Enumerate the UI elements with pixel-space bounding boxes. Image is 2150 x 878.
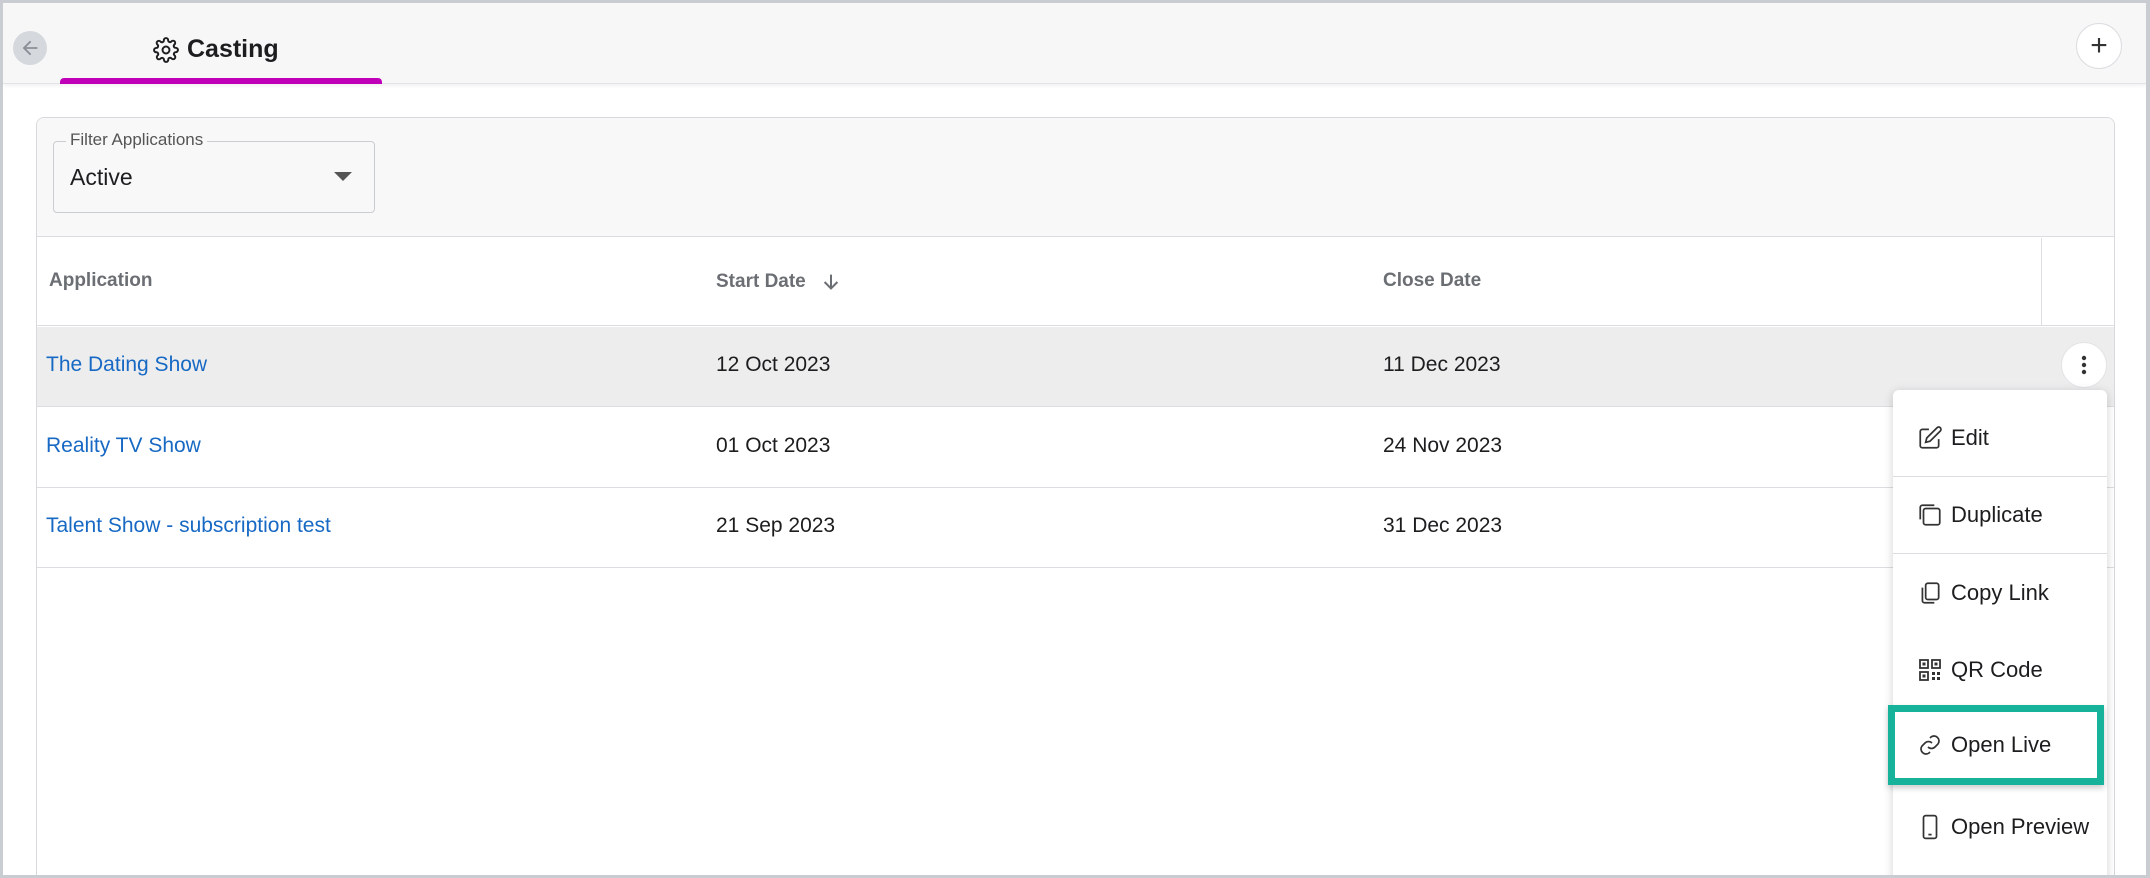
row-actions-button[interactable]: [2061, 342, 2107, 388]
table-header: Application Start Date Close Date: [37, 238, 2114, 326]
menu-item-copy-link[interactable]: Copy Link: [1893, 554, 2107, 631]
menu-item-open-preview[interactable]: Open Preview: [1893, 788, 2107, 865]
gear-icon: [153, 36, 179, 63]
menu-item-qr-code[interactable]: QR Code: [1893, 631, 2107, 708]
link-icon: [1917, 732, 1943, 758]
arrow-down-icon: [823, 274, 838, 290]
filter-value: Active: [70, 164, 133, 190]
application-link[interactable]: The Dating Show: [46, 353, 207, 377]
table-row[interactable]: The Dating Show 12 Oct 2023 11 Dec 2023: [37, 327, 2114, 407]
close-date: 24 Nov 2023: [1383, 434, 1503, 457]
menu-item-label: Edit: [1951, 425, 1989, 450]
qr-code-icon: [1917, 657, 1943, 683]
plus-icon: +: [2090, 29, 2108, 62]
row-actions-menu: Edit Duplicate Copy Link QR Code Open Li…: [1888, 390, 2107, 875]
table-row[interactable]: Reality TV Show 01 Oct 2023 24 Nov 2023: [37, 408, 2114, 488]
edit-icon: [1917, 425, 1943, 451]
add-button[interactable]: +: [2076, 23, 2122, 69]
column-divider: [2041, 238, 2042, 326]
filter-area: Filter Applications Active: [37, 118, 2114, 237]
menu-item-duplicate[interactable]: Duplicate: [1893, 477, 2107, 554]
start-date: 21 Sep 2023: [716, 514, 836, 537]
application-link[interactable]: Talent Show - subscription test: [46, 514, 331, 538]
menu-item-edit[interactable]: Edit: [1893, 400, 2107, 477]
column-header-close-date[interactable]: Close Date: [1383, 270, 1481, 292]
table-row[interactable]: Talent Show - subscription test 21 Sep 2…: [37, 488, 2114, 568]
tab-title: Casting: [187, 35, 279, 63]
close-date: 31 Dec 2023: [1383, 514, 1503, 537]
back-button[interactable]: [13, 31, 47, 65]
menu-item-label: Open Preview: [1951, 813, 2090, 839]
caret-down-icon: [334, 172, 352, 181]
more-vertical-icon: [2081, 355, 2087, 375]
filter-label: Filter Applications: [66, 130, 208, 150]
column-header-application[interactable]: Application: [49, 270, 152, 292]
start-date: 12 Oct 2023: [716, 353, 831, 376]
start-date: 01 Oct 2023: [716, 434, 831, 457]
arrow-left-icon: [22, 40, 38, 56]
menu-item-label: Open Live: [1951, 732, 2052, 757]
duplicate-icon: [1917, 502, 1943, 528]
phone-icon: [1917, 814, 1943, 840]
applications-panel: Filter Applications Active Application S…: [36, 117, 2115, 875]
top-bar: Casting +: [3, 3, 2146, 84]
menu-item-open-live[interactable]: Open Live: [1888, 705, 2104, 785]
filter-applications-select[interactable]: Filter Applications Active: [53, 130, 375, 213]
active-tab-indicator: [60, 78, 382, 84]
menu-item-label: Duplicate: [1951, 502, 2043, 527]
application-link[interactable]: Reality TV Show: [46, 434, 201, 458]
tab-casting[interactable]: Casting: [60, 3, 382, 84]
app-frame: Casting + Filter Applications Active App…: [3, 3, 2146, 875]
column-header-start-date[interactable]: Start Date: [716, 270, 842, 294]
menu-item-label: QR Code: [1951, 656, 2043, 682]
close-date: 11 Dec 2023: [1383, 353, 1501, 376]
menu-item-label: Copy Link: [1951, 579, 2049, 605]
copy-icon: [1917, 580, 1943, 606]
